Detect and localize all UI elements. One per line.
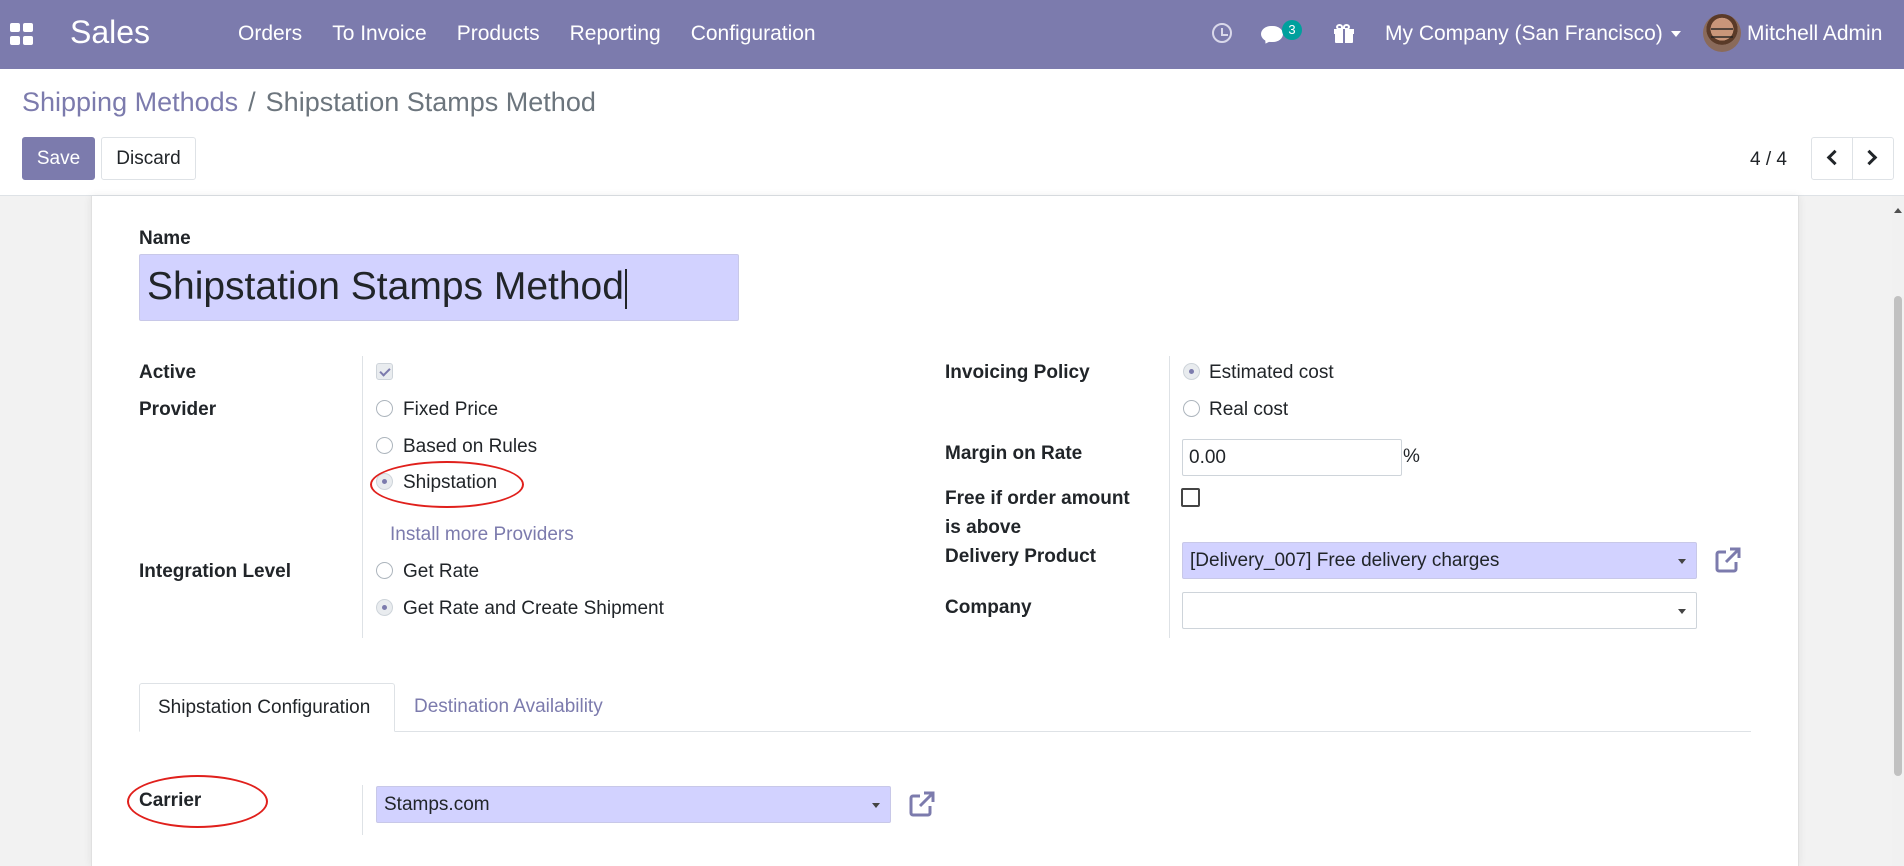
provider-label: Provider [139, 399, 217, 420]
top-navbar: Sales Orders To Invoice Products Reporti… [0, 0, 1904, 69]
caret-down-icon [1670, 31, 1681, 38]
active-label: Active [139, 362, 197, 383]
invoicing-radio-estimated[interactable] [1183, 363, 1200, 380]
chevron-right-icon [1861, 149, 1878, 166]
caret-down-icon [872, 803, 880, 808]
app-brand[interactable]: Sales [70, 14, 150, 51]
carrier-value: Stamps.com [384, 794, 490, 815]
external-link-icon[interactable] [1714, 546, 1742, 574]
gift-icon[interactable] [1334, 24, 1354, 43]
provider-radio-shipstation[interactable] [376, 473, 393, 490]
margin-on-rate-label: Margin on Rate [945, 443, 1083, 464]
pager-value[interactable]: 4 / 4 [1750, 149, 1787, 171]
right-group-separator [1169, 356, 1170, 638]
text-cursor [624, 268, 627, 309]
provider-radio-based-on-rules[interactable] [376, 437, 393, 454]
invoicing-option-real[interactable]: Real cost [1209, 399, 1288, 421]
name-value: Shipstation Stamps Method [147, 265, 624, 308]
activity-clock-icon[interactable] [1212, 23, 1232, 43]
user-avatar[interactable] [1703, 14, 1741, 52]
delivery-product-label: Delivery Product [945, 546, 1096, 567]
invoicing-policy-label: Invoicing Policy [945, 362, 1090, 383]
control-panel: Shipping Methods / Shipstation Stamps Me… [0, 69, 1904, 196]
carrier-select[interactable]: Stamps.com [376, 786, 891, 823]
integration-radio-get-rate[interactable] [376, 562, 393, 579]
menu-to-invoice[interactable]: To Invoice [332, 22, 427, 46]
apps-menu-icon[interactable] [10, 23, 34, 45]
margin-on-rate-input[interactable]: 0.00 [1182, 439, 1402, 476]
provider-option-fixed-price[interactable]: Fixed Price [403, 399, 498, 421]
provider-option-shipstation[interactable]: Shipstation [403, 472, 497, 494]
user-menu[interactable]: Mitchell Admin [1747, 22, 1882, 46]
provider-radio-fixed-price[interactable] [376, 400, 393, 417]
install-more-providers-link[interactable]: Install more Providers [390, 524, 574, 546]
chat-count-badge: 3 [1282, 20, 1302, 40]
company-label: Company [945, 597, 1032, 618]
integration-option-get-rate-create-shipment[interactable]: Get Rate and Create Shipment [403, 598, 664, 620]
active-checkbox[interactable] [376, 363, 393, 380]
chevron-left-icon [1826, 149, 1843, 166]
tab-shipstation-configuration[interactable]: Shipstation Configuration [139, 683, 395, 732]
name-input[interactable]: Shipstation Stamps Method [139, 254, 739, 321]
menu-reporting[interactable]: Reporting [570, 22, 661, 46]
company-switcher[interactable]: My Company (San Francisco) [1385, 22, 1681, 46]
gift-ribbon [1343, 29, 1345, 43]
breadcrumb-separator: / [248, 87, 256, 117]
main-menu: Orders To Invoice Products Reporting Con… [238, 22, 846, 46]
left-group-separator [362, 356, 363, 638]
menu-orders[interactable]: Orders [238, 22, 302, 46]
breadcrumb: Shipping Methods / Shipstation Stamps Me… [22, 87, 596, 118]
vertical-scrollbar[interactable] [1892, 196, 1904, 866]
delivery-product-value: [Delivery_007] Free delivery charges [1190, 550, 1500, 571]
scroll-thumb[interactable] [1894, 296, 1902, 776]
pager-previous-button[interactable] [1811, 137, 1853, 180]
breadcrumb-current: Shipstation Stamps Method [265, 87, 596, 117]
free-if-amount-label-line2: is above [945, 517, 1022, 538]
messaging-chat-icon[interactable] [1261, 26, 1283, 42]
margin-percent-unit: % [1403, 446, 1420, 467]
delivery-product-select[interactable]: [Delivery_007] Free delivery charges [1182, 542, 1697, 579]
free-if-amount-label-line1: Free if order amount [945, 488, 1130, 509]
name-label: Name [139, 228, 191, 249]
caret-down-icon [1678, 609, 1686, 614]
free-if-amount-checkbox[interactable] [1181, 488, 1200, 507]
invoicing-option-estimated[interactable]: Estimated cost [1209, 362, 1334, 384]
integration-radio-get-rate-create-shipment[interactable] [376, 599, 393, 616]
invoicing-radio-real[interactable] [1183, 400, 1200, 417]
breadcrumb-shipping-methods[interactable]: Shipping Methods [22, 87, 238, 118]
menu-configuration[interactable]: Configuration [691, 22, 816, 46]
discard-button[interactable]: Discard [101, 137, 196, 180]
integration-level-label: Integration Level [139, 561, 292, 582]
caret-down-icon [1678, 559, 1686, 564]
company-select[interactable] [1182, 592, 1697, 629]
pager-next-button[interactable] [1852, 137, 1894, 180]
carrier-label: Carrier [139, 790, 202, 811]
save-button[interactable]: Save [22, 137, 95, 180]
scroll-up-arrow-icon[interactable] [1894, 208, 1902, 213]
company-name: My Company (San Francisco) [1385, 22, 1663, 45]
tab-destination-availability[interactable]: Destination Availability [396, 683, 621, 732]
external-link-icon[interactable] [908, 790, 936, 818]
provider-option-based-on-rules[interactable]: Based on Rules [403, 436, 537, 458]
integration-option-get-rate[interactable]: Get Rate [403, 561, 479, 583]
menu-products[interactable]: Products [457, 22, 540, 46]
carrier-separator [362, 785, 363, 835]
